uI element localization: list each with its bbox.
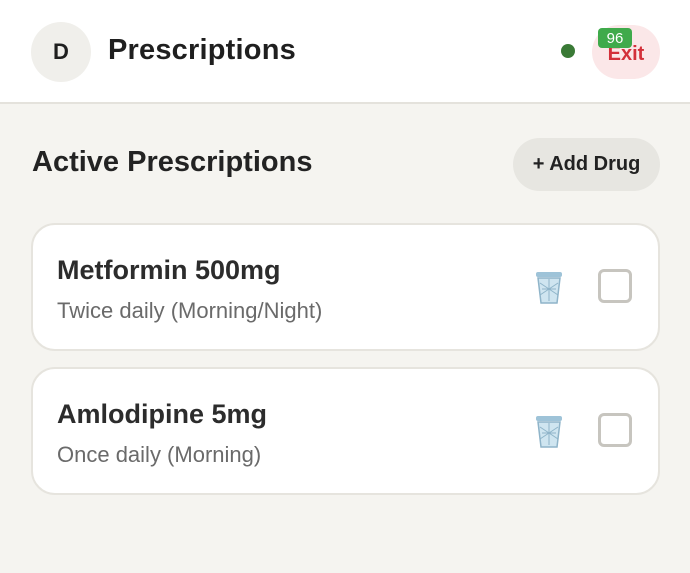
prescription-card: Amlodipine 5mg Once daily (Morning) bbox=[31, 367, 660, 495]
taken-checkbox[interactable] bbox=[598, 269, 632, 303]
trash-icon[interactable] bbox=[533, 269, 565, 305]
prescription-card: Metformin 500mg Twice daily (Morning/Nig… bbox=[31, 223, 660, 351]
app-header: D Prescriptions Exit 96 bbox=[0, 0, 690, 104]
taken-checkbox[interactable] bbox=[598, 413, 632, 447]
section-title: Active Prescriptions bbox=[32, 146, 313, 178]
battery-badge: 96 bbox=[598, 28, 632, 48]
drug-name: Metformin 500mg bbox=[57, 255, 281, 285]
drug-schedule: Once daily (Morning) bbox=[57, 442, 262, 467]
drug-schedule: Twice daily (Morning/Night) bbox=[57, 298, 323, 323]
add-drug-button[interactable]: + Add Drug bbox=[513, 138, 660, 191]
page-title: Prescriptions bbox=[108, 34, 296, 66]
trash-icon[interactable] bbox=[533, 413, 565, 449]
drug-name: Amlodipine 5mg bbox=[57, 399, 268, 429]
avatar[interactable]: D bbox=[31, 22, 91, 82]
status-dot-icon bbox=[561, 44, 575, 58]
